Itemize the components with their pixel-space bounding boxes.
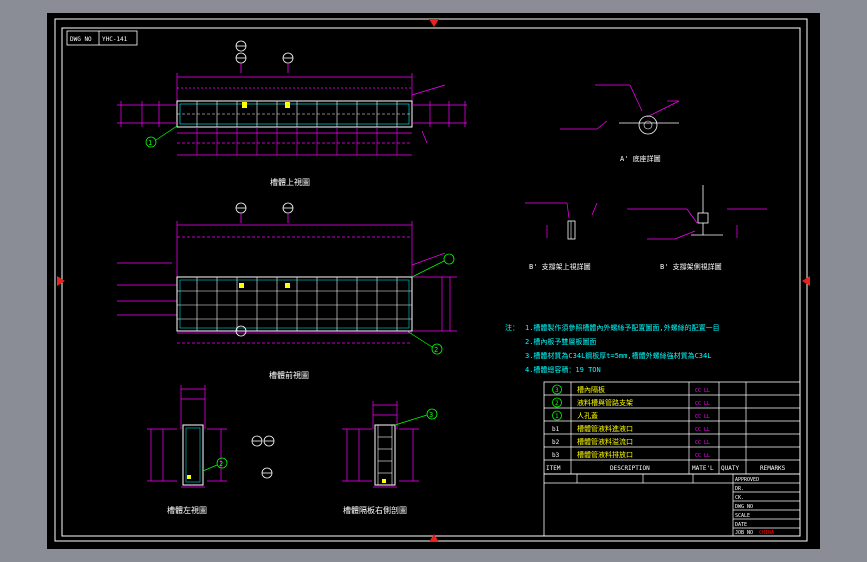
title-date: DATE	[735, 522, 747, 528]
detail-b-side-title: B' 支撐架側視詳圖	[660, 262, 722, 271]
bom-row-description: 槽體管液料排放口	[577, 450, 633, 459]
bom-row-item: 3	[555, 387, 559, 394]
detail-b: B' 支撐架上視詳圖 B' 支撐架側視詳圖	[525, 185, 767, 271]
bom-row-item: 2	[555, 400, 559, 407]
left-view-title: 槽體左視圖	[167, 505, 207, 515]
bom-row-material: CC LL	[695, 414, 710, 420]
note-1: 1.槽體製作須參照槽體內外螺絲予配置圖面,外螺絲的配置一目	[525, 323, 720, 332]
title-block: APPROVED DR. CK. DWG NO SCALE DATE JOB N…	[543, 473, 801, 537]
balloon-2-front-label: 2	[434, 346, 438, 354]
title-ck: CK.	[735, 495, 744, 501]
front-view: 2 槽體前視圖	[117, 202, 457, 380]
dwg-no-value: YHC-141	[102, 36, 128, 43]
bom-row-material: CC LL	[695, 440, 710, 446]
bom-row-material: CC LL	[695, 427, 710, 433]
bom-rows: 3 槽內隔板 CC LL 2 液料槽與管路支架 CC LL 1 人孔蓋 CC LL b1 槽體管液料…	[552, 384, 710, 459]
bom-row-item: b2	[552, 439, 560, 446]
detail-a-title: A' 底座詳圖	[620, 154, 661, 163]
pan-up-arrow[interactable]	[429, 19, 439, 27]
detail-a: A' 底座詳圖	[560, 84, 680, 163]
note-4: 4.槽體總容積：19 TON	[525, 365, 601, 374]
pan-down-arrow[interactable]	[429, 534, 439, 542]
balloon-2-left-label: 2	[219, 460, 223, 468]
balloon-1-front	[443, 253, 455, 265]
bom-row-description: 液料槽與管路支架	[577, 398, 633, 407]
title-china: CHINA	[759, 530, 774, 536]
bom-header-remarks: REMARKS	[760, 465, 786, 472]
general-notes: 注： 1.槽體製作須參照槽體內外螺絲予配置圖面,外螺絲的配置一目 2.槽內板予雙…	[505, 323, 720, 374]
title-scale: SCALE	[735, 513, 750, 519]
section-marker-front	[235, 202, 294, 223]
bom-row-item: 1	[555, 413, 559, 420]
drawing-outer-frame	[54, 18, 808, 542]
title-dr: DR.	[735, 486, 744, 492]
left-view: 2 槽體左視圖	[147, 385, 275, 515]
bom-table: 3 槽內隔板 CC LL 2 液料槽與管路支架 CC LL 1 人孔蓋 CC LL b1 槽體管液料…	[543, 381, 801, 475]
bom-header-item: ITEM	[546, 465, 561, 472]
bom-row-material: CC LL	[695, 453, 710, 459]
pan-left-arrow[interactable]	[57, 276, 65, 286]
front-view-title: 槽體前視圖	[269, 370, 309, 380]
detail-b-top-title: B' 支撐架上視詳圖	[529, 262, 591, 271]
cad-drawing[interactable]: DWG NO YHC-141 1 槽體上視圖 2 槽體前視圖 A' 底座詳圖 B…	[47, 13, 820, 549]
right-section-view: 3 槽體隔板右側剖圖	[342, 401, 438, 515]
bom-row-material: CC LL	[695, 401, 710, 407]
pan-right-arrow[interactable]	[802, 276, 810, 286]
right-section-title: 槽體隔板右側剖圖	[343, 505, 407, 515]
bom-header-material: MATE'L	[692, 465, 714, 472]
note-2: 2.槽內板予雙層板圖面	[525, 337, 596, 346]
note-3: 3.槽體材質為C34L鋼板厚t=5mm,槽體外螺絲強材質為C34L	[525, 351, 711, 360]
balloon-1-top-label: 1	[148, 139, 152, 147]
balloon-3-right-label: 3	[429, 411, 433, 419]
cad-viewport[interactable]: DWG NO YHC-141 1 槽體上視圖 2 槽體前視圖 A' 底座詳圖 B…	[47, 13, 820, 549]
bom-row-description: 人孔蓋	[577, 411, 598, 420]
top-view: 1 槽體上視圖	[117, 40, 467, 187]
title-dwg-no: DWG NO	[735, 504, 753, 510]
bom-row-description: 槽內隔板	[577, 385, 605, 394]
bom-row-item: b1	[552, 426, 560, 433]
bom-row-item: b3	[552, 452, 560, 459]
dwg-no-label: DWG NO	[70, 36, 92, 43]
bom-row-description: 槽體管液料溢流口	[577, 437, 633, 446]
top-view-title: 槽體上視圖	[270, 177, 310, 187]
title-approved: APPROVED	[735, 477, 759, 483]
section-marker	[235, 40, 294, 73]
bom-row-description: 槽體管液料進液口	[577, 424, 633, 433]
title-job-no: JOB NO	[735, 530, 753, 536]
dwg-no-box: DWG NO YHC-141	[66, 30, 138, 46]
notes-prefix: 注：	[505, 323, 519, 332]
bom-row-material: CC LL	[695, 388, 710, 394]
bom-header-description: DESCRIPTION	[610, 465, 650, 472]
bom-header-quantity: QUATY	[721, 465, 739, 472]
